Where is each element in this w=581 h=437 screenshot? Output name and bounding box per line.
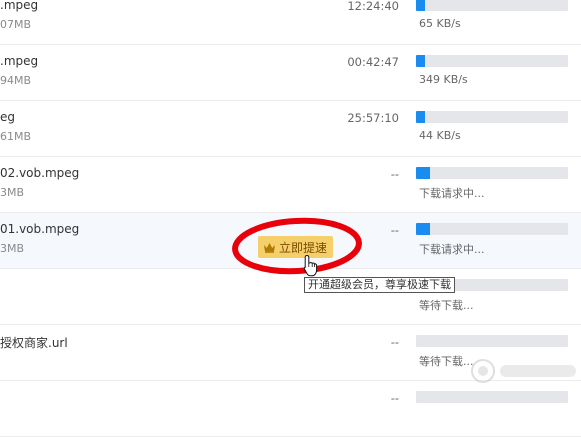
file-name: .mpeg [0, 54, 39, 68]
progress-bar [416, 223, 568, 235]
remaining-time: 25:57:10 [347, 111, 399, 125]
download-status: 等待下载... [419, 355, 474, 368]
remaining-time: -- [390, 223, 399, 237]
tooltip: 开通超级会员，尊享极速下载 [304, 277, 455, 293]
crown-icon [264, 242, 275, 253]
file-size: 61MB [0, 130, 32, 143]
file-size: 07MB [0, 18, 32, 31]
file-size: 94MB [0, 74, 32, 87]
progress-bar [416, 111, 568, 123]
download-status: 349 KB/s [419, 73, 468, 86]
progress-fill [416, 167, 430, 179]
download-status: 44 KB/s [419, 129, 461, 142]
file-name: 授权商家.url [0, 336, 68, 350]
progress-fill [416, 0, 426, 11]
progress-bar [416, 391, 568, 403]
progress-fill [416, 55, 426, 67]
download-row[interactable]: eg 61MB 25:57:10 44 KB/s [0, 101, 581, 157]
file-name: .mpeg [0, 0, 39, 12]
download-row[interactable]: -- 等待下载... [0, 269, 581, 325]
remaining-time: 00:42:47 [347, 55, 399, 69]
download-row[interactable]: 02.vob.mpeg 3MB -- 下载请求中... [0, 157, 581, 213]
speed-up-label: 立即提速 [279, 240, 328, 255]
remaining-time: -- [390, 391, 399, 405]
file-name: 02.vob.mpeg [0, 166, 80, 180]
download-status: 等待下载... [419, 299, 474, 312]
progress-bar [416, 335, 568, 347]
speed-up-button[interactable]: 立即提速 [258, 236, 333, 258]
download-status: 65 KB/s [419, 17, 461, 30]
mouse-cursor-icon [303, 254, 318, 277]
progress-bar [416, 167, 568, 179]
progress-bar [416, 55, 568, 67]
progress-fill [416, 223, 430, 235]
download-row[interactable]: .mpeg 94MB 00:42:47 349 KB/s [0, 45, 581, 101]
download-status: 下载请求中... [419, 243, 485, 256]
download-row[interactable]: 授权商家.url -- 等待下载... [0, 325, 581, 381]
progress-bar [416, 0, 568, 11]
download-list: .mpeg 07MB 12:24:40 65 KB/s .mpeg 94MB 0… [0, 0, 581, 437]
download-row[interactable]: .mpeg 07MB 12:24:40 65 KB/s [0, 0, 581, 45]
file-name: 01.vob.mpeg [0, 222, 80, 236]
remaining-time: -- [390, 167, 399, 181]
download-row[interactable]: -- [0, 381, 581, 437]
file-size: 3MB [0, 242, 25, 255]
remaining-time: 12:24:40 [347, 0, 399, 13]
progress-fill [416, 111, 426, 123]
file-size: 3MB [0, 186, 25, 199]
download-status: 下载请求中... [419, 187, 485, 200]
file-name: eg [0, 110, 15, 124]
remaining-time: -- [390, 335, 399, 349]
